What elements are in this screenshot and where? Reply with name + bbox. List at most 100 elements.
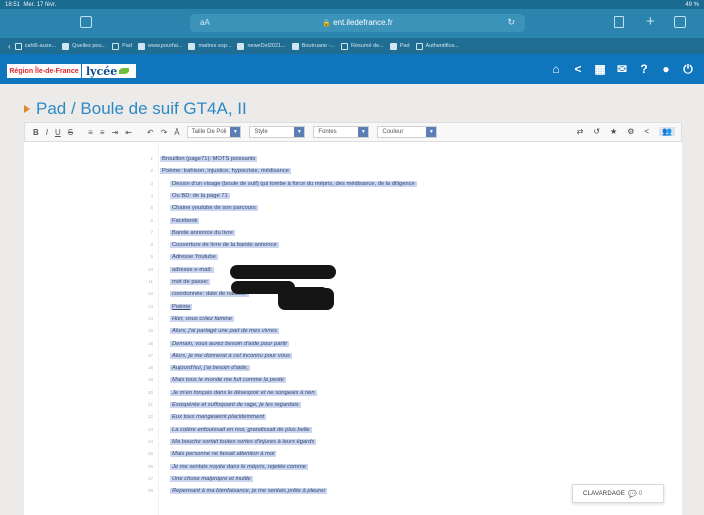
text-line[interactable]: Hier, vous criiez famine xyxy=(170,314,234,325)
tab-overview-icon[interactable] xyxy=(674,16,686,28)
lock-icon: 🔒 xyxy=(322,20,332,27)
author-highlight: Couverture de livre de la bande annonce xyxy=(170,242,279,249)
tab-label: Boutruane -... xyxy=(301,43,336,49)
chat-label: CLAVARDAGE xyxy=(583,490,626,497)
favicon-icon xyxy=(389,42,397,50)
browser-tab[interactable]: maitres esp... xyxy=(188,40,231,52)
reload-icon[interactable]: ↻ xyxy=(507,17,515,28)
text-line[interactable]: Brouillon (page71): MOTS poissants xyxy=(160,154,258,165)
author-highlight: Repensant à ma bienfaisance, je me senta… xyxy=(170,488,328,495)
text-line[interactable]: Couverture de livre de la bande annonce xyxy=(170,240,279,251)
author-highlight: Une chose malpropre et inutile xyxy=(170,475,253,482)
lycee-logo[interactable]: lycée xyxy=(82,64,136,78)
undo-button[interactable]: ↶ xyxy=(147,128,154,137)
style-select[interactable]: Style ▼ xyxy=(249,126,306,138)
author-highlight: Poème: trahison, injustice, hypocrisie, … xyxy=(160,168,291,175)
author-highlight: Mais personne ne faisait attention à moi xyxy=(170,451,277,458)
underline-button[interactable]: U xyxy=(55,128,61,137)
browser-tab[interactable]: Pad xyxy=(112,40,132,52)
line-number: 14 xyxy=(147,315,153,321)
history-icon[interactable]: ↺ xyxy=(593,127,600,136)
text-line[interactable]: Chaine youtube de son parcours xyxy=(170,203,258,214)
ordered-list-button[interactable]: ≡ xyxy=(88,128,93,137)
color-select[interactable]: Couleur ▼ xyxy=(377,126,438,138)
strikethrough-button[interactable]: S xyxy=(68,128,73,137)
text-line[interactable]: Ma bouche sortait toutes sortes d'injure… xyxy=(170,437,317,448)
user-icon[interactable]: ● xyxy=(659,62,673,77)
browser-tab[interactable]: Authentifica... xyxy=(415,40,459,52)
clear-format-button[interactable]: Ā xyxy=(174,128,179,137)
indent-button[interactable]: ⇥ xyxy=(111,128,118,137)
browser-tab[interactable]: Résumé de... xyxy=(341,40,384,52)
chat-button[interactable]: CLAVARDAGE 💬 0 xyxy=(572,484,664,503)
text-line[interactable]: Dessin d'un visage (boule de suif) qui t… xyxy=(170,179,417,190)
new-tab-icon[interactable]: + xyxy=(646,13,655,30)
text-line[interactable]: Mais personne ne faisait attention à moi xyxy=(170,449,277,460)
text-line[interactable]: Une chose malpropre et inutile xyxy=(170,474,253,485)
outdent-button[interactable]: ⇤ xyxy=(125,128,132,137)
text-line[interactable]: Adresse Youtube xyxy=(170,252,218,263)
line-number: 2 xyxy=(150,168,153,174)
home-icon[interactable]: ⌂ xyxy=(549,62,563,77)
text-line[interactable]: Demain, vous aurez besoin d'aide pour pa… xyxy=(170,339,290,350)
browser-tab[interactable]: neweDel2021... xyxy=(237,40,286,52)
star-icon[interactable]: ★ xyxy=(610,127,617,136)
connections-icon[interactable]: ⇄ xyxy=(577,127,584,136)
line-number: 1 xyxy=(150,156,153,161)
browser-tab[interactable]: www.pourfai... xyxy=(137,40,183,52)
text-line[interactable]: Exaspérée et suffoquant de rage, je les … xyxy=(170,400,301,411)
line-number: 3 xyxy=(150,180,153,186)
share-icon[interactable]: < xyxy=(644,127,649,136)
text-line[interactable]: Mais tous le monde me fuit comme la pest… xyxy=(170,375,286,386)
messages-icon[interactable]: ✉ xyxy=(615,62,629,77)
text-line[interactable]: Alors, j'ai partagé une part de mes vivr… xyxy=(170,326,279,337)
text-line[interactable]: Ou BD: de la page 71 xyxy=(170,191,230,202)
text-line[interactable]: Eux tous mangeaient placidemment xyxy=(170,412,267,423)
line-number: 21 xyxy=(147,402,153,407)
pad-editor[interactable]: 1 2 3 4 5 6 7 8 9 10 11 12 13 14 15 16 17 18 19 20 21 22 23 24 2… xyxy=(24,142,682,515)
text-line[interactable]: Poème xyxy=(170,302,193,313)
line-number: 8 xyxy=(150,242,153,248)
help-icon[interactable]: ? xyxy=(637,62,651,77)
browser-tab[interactable]: Pad xyxy=(389,40,410,52)
text-line[interactable]: mot de passe: xyxy=(170,277,211,288)
ios-status-bar: 18:51 Mer. 17 févr. 49 % xyxy=(0,0,704,9)
text-line[interactable]: Bande annonce du livre xyxy=(170,228,235,239)
text-line[interactable]: Alors, je me donnerai à cet inconnu pour… xyxy=(170,351,292,362)
region-logo[interactable]: Région Île-de-France xyxy=(7,64,81,78)
text-line[interactable]: La colère enfouissait en moi, grandissai… xyxy=(170,425,312,436)
line-number: 24 xyxy=(147,438,153,444)
author-highlight: Je me sentais noyée dans le mépris, reje… xyxy=(170,463,309,470)
italic-button[interactable]: I xyxy=(46,128,48,137)
browser-tab[interactable]: cahl6-auze... xyxy=(14,40,56,52)
text-line[interactable]: Je me sentais noyée dans le mépris, reje… xyxy=(170,462,309,473)
redo-button[interactable]: ↷ xyxy=(161,128,168,137)
font-size-select[interactable]: Taille De Poli ▼ xyxy=(186,126,242,138)
tab-label: www.pourfai... xyxy=(147,43,183,49)
share-icon[interactable]: < xyxy=(571,62,585,77)
browser-tab[interactable]: Quelles pou... xyxy=(62,40,106,52)
unordered-list-button[interactable]: ≡ xyxy=(100,128,105,137)
line-number: 19 xyxy=(147,377,153,383)
text-line[interactable]: Je m'en fonçais dans le désespoir et ne … xyxy=(170,388,317,399)
apps-grid-icon[interactable]: ▦ xyxy=(593,62,607,77)
users-icon[interactable]: 👥 xyxy=(659,127,675,136)
favicon-icon xyxy=(291,42,299,50)
share-icon[interactable] xyxy=(614,16,624,28)
address-bar[interactable]: aA 🔒 ent.iledefrance.fr ↻ xyxy=(190,14,525,32)
dropdown-arrow-icon: ▼ xyxy=(230,127,241,137)
power-icon[interactable]: ⏻ xyxy=(681,62,695,77)
settings-icon[interactable]: ⚙ xyxy=(627,127,634,136)
fonts-select[interactable]: Fontes ▼ xyxy=(313,126,370,138)
text-line[interactable]: adresse e-mail: xyxy=(170,265,214,276)
chat-count: 0 xyxy=(638,490,643,497)
text-line[interactable]: Aujourd'hui, j'ai besoin d'aide, xyxy=(170,363,251,374)
bold-button[interactable]: B xyxy=(33,128,39,137)
line-number: 20 xyxy=(147,389,153,395)
text-line[interactable]: Facebook xyxy=(170,216,200,227)
browser-tab[interactable]: Boutruane -... xyxy=(291,40,336,52)
text-line[interactable]: Poème: trahison, injustice, hypocrisie, … xyxy=(160,166,291,177)
sidebar-icon[interactable] xyxy=(80,16,92,28)
back-icon[interactable]: ‹ xyxy=(8,42,11,51)
text-line[interactable]: Repensant à ma bienfaisance, je me senta… xyxy=(170,486,328,497)
